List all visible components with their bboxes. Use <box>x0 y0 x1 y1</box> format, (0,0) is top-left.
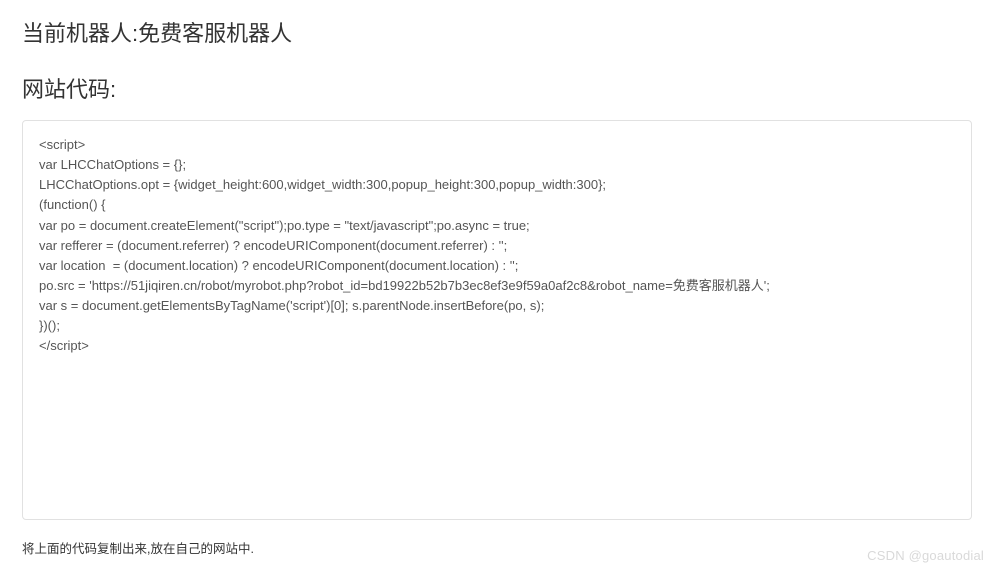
watermark: CSDN @goautodial <box>867 548 984 563</box>
page-title: 当前机器人:免费客服机器人 <box>0 0 994 58</box>
instruction-text: 将上面的代码复制出来,放在自己的网站中. <box>0 528 994 567</box>
code-box[interactable]: <script> var LHCChatOptions = {}; LHCCha… <box>22 120 972 520</box>
code-content[interactable]: <script> var LHCChatOptions = {}; LHCCha… <box>39 135 955 357</box>
section-title: 网站代码: <box>0 58 994 114</box>
